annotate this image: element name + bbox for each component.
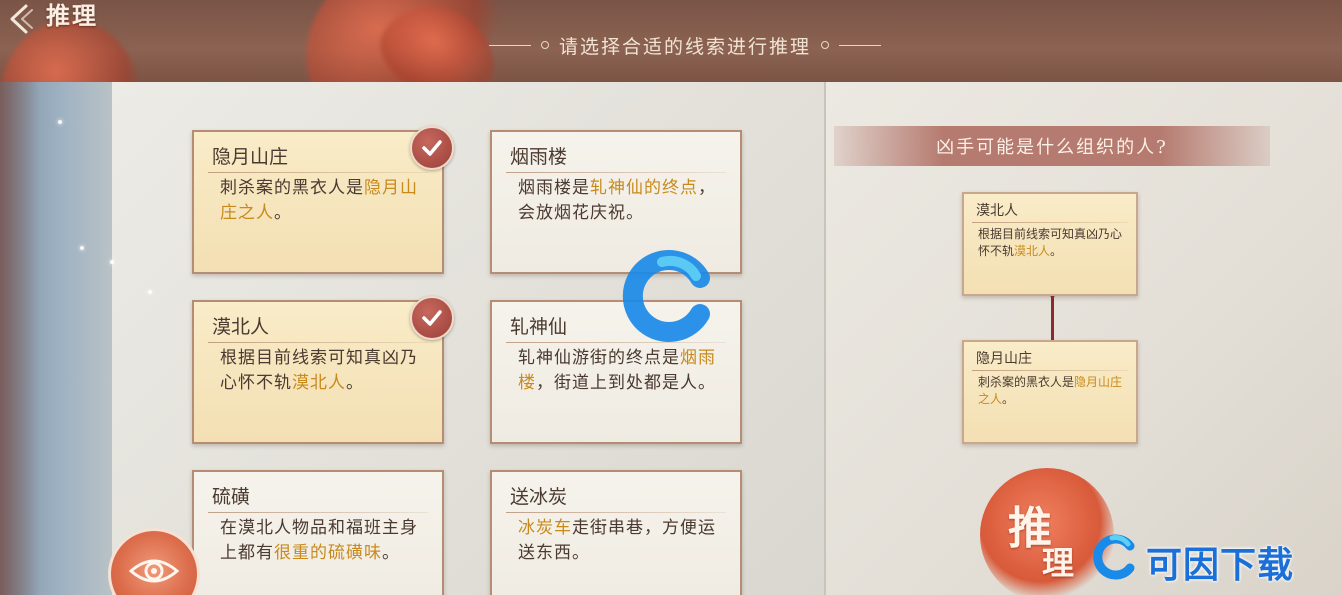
- connector-line: [1051, 292, 1054, 342]
- chosen-clue-card[interactable]: 漠北人 根据目前线索可知真凶乃心怀不轨漠北人。: [962, 192, 1138, 296]
- highlighted-text: 很重的硫磺味: [274, 543, 382, 563]
- clue-card-divider: [208, 512, 428, 513]
- clue-card-title: 隐月山庄: [212, 146, 289, 168]
- chosen-clue-divider: [972, 222, 1128, 223]
- question-banner: 凶手可能是什么组织的人?: [834, 126, 1270, 166]
- clue-card-text: 冰炭车走街串巷，方便运送东西。: [518, 516, 722, 566]
- highlighted-text: 漠北人: [292, 373, 346, 393]
- text-segment: 。: [274, 203, 292, 223]
- clue-card-text: 刺杀案的黑衣人是隐月山庄之人。: [220, 176, 424, 226]
- decorative-dot: [821, 41, 829, 49]
- sparkle: [148, 290, 152, 294]
- clue-card[interactable]: 硫磺在漠北人物品和福班主身上都有很重的硫磺味。: [192, 470, 444, 595]
- decorative-dot: [540, 41, 549, 49]
- clue-card-title: 硫磺: [212, 486, 251, 508]
- clue-card-text: 烟雨楼是轧神仙的终点，会放烟花庆祝。: [518, 176, 722, 226]
- page-title: 推理: [46, 1, 98, 30]
- checkmark-icon: [422, 140, 442, 156]
- text-segment: 烟雨楼是: [518, 178, 590, 198]
- highlighted-text: 冰炭车: [518, 518, 572, 538]
- eye-icon: [128, 559, 180, 583]
- selected-check-badge: [410, 296, 454, 340]
- decorative-line: [839, 44, 881, 46]
- clue-card-text: 根据目前线索可知真凶乃心怀不轨漠北人。: [220, 346, 424, 396]
- clue-card-divider: [506, 512, 726, 513]
- sparkle: [110, 260, 114, 264]
- text-segment: 。: [382, 543, 400, 563]
- chosen-clue-text: 刺杀案的黑衣人是隐月山庄之人。: [978, 374, 1130, 408]
- clue-card-title: 漠北人: [212, 316, 270, 338]
- chosen-clue-text: 根据目前线索可知真凶乃心怀不轨漠北人。: [978, 226, 1130, 260]
- instruction-banner: 请选择合适的线索进行推理: [470, 30, 900, 60]
- highlighted-text: 轧神仙的终点: [590, 178, 698, 198]
- text-segment: 。: [346, 373, 364, 393]
- sparkle: [58, 120, 62, 124]
- chosen-clue-title: 漠北人: [976, 203, 1018, 219]
- text-segment: 。: [1002, 392, 1015, 406]
- text-segment: 轧神仙游街的终点是: [518, 348, 680, 368]
- clue-card[interactable]: 送冰炭冰炭车走街串巷，方便运送东西。: [490, 470, 742, 595]
- clue-card-title: 送冰炭: [510, 486, 568, 508]
- sparkle: [80, 246, 84, 250]
- selected-check-badge: [410, 126, 454, 170]
- instruction-text: 请选择合适的线索进行推理: [558, 35, 811, 58]
- text-segment: 。: [1050, 244, 1063, 258]
- watermark-small-logo-icon: [1093, 534, 1135, 580]
- watermark-logo-icon: [622, 250, 710, 342]
- decorative-line: [488, 44, 531, 46]
- text-segment: 刺杀案的黑衣人是: [220, 178, 364, 198]
- chosen-clue-title: 隐月山庄: [976, 351, 1032, 367]
- checkmark-icon: [422, 310, 442, 326]
- clue-card[interactable]: 漠北人 根据目前线索可知真凶乃心怀不轨漠北人。: [192, 296, 454, 444]
- clue-card[interactable]: 隐月山庄刺杀案的黑衣人是隐月山庄之人。: [192, 126, 454, 274]
- watermark-text: 可因下载: [1146, 545, 1295, 586]
- text-segment: 刺杀案的黑衣人是: [978, 375, 1075, 389]
- clue-card-divider: [506, 172, 726, 173]
- highlighted-text: 漠北人: [1014, 244, 1051, 258]
- reason-button-char: 理: [1042, 544, 1075, 582]
- clue-card-divider: [208, 342, 428, 343]
- clue-card-title: 烟雨楼: [510, 146, 568, 168]
- question-text: 凶手可能是什么组织的人?: [936, 137, 1168, 158]
- back-arrow-icon[interactable]: [4, 2, 34, 36]
- eye-view-button[interactable]: [108, 528, 200, 595]
- left-shade: [0, 82, 40, 595]
- clue-card-text: 轧神仙游街的终点是烟雨楼，街道上到处都是人。: [518, 346, 722, 396]
- text-segment: ，街道上到处都是人。: [536, 373, 716, 393]
- clue-card-text: 在漠北人物品和福班主身上都有很重的硫磺味。: [220, 516, 424, 566]
- clue-card-title: 轧神仙: [510, 316, 568, 338]
- chosen-clue-divider: [972, 370, 1128, 371]
- clue-card-divider: [208, 172, 428, 173]
- chosen-clue-card[interactable]: 隐月山庄刺杀案的黑衣人是隐月山庄之人。: [962, 340, 1138, 444]
